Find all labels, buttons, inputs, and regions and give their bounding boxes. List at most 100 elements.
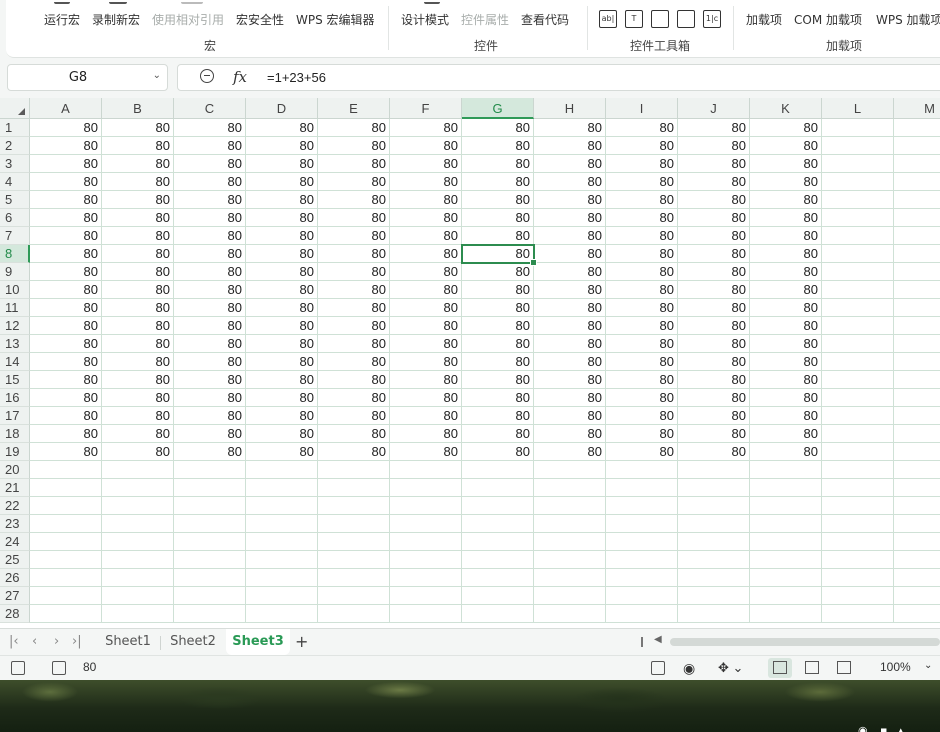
- cell-E5[interactable]: 80: [318, 191, 390, 209]
- cell-M22[interactable]: [894, 497, 940, 515]
- cell-L15[interactable]: [822, 371, 894, 389]
- cell-F8[interactable]: 80: [390, 245, 462, 263]
- cell-G19[interactable]: 80: [462, 443, 534, 461]
- cell-M16[interactable]: [894, 389, 940, 407]
- cell-D22[interactable]: [246, 497, 318, 515]
- cell-D23[interactable]: [246, 515, 318, 533]
- cell-A6[interactable]: 80: [30, 209, 102, 227]
- cell-E8[interactable]: 80: [318, 245, 390, 263]
- cell-F11[interactable]: 80: [390, 299, 462, 317]
- record-macro-button[interactable]: 录制新宏: [92, 11, 140, 28]
- cell-J16[interactable]: 80: [678, 389, 750, 407]
- sheet-tab-sheet1[interactable]: Sheet1: [98, 629, 158, 655]
- cell-K15[interactable]: 80: [750, 371, 822, 389]
- cell-J26[interactable]: [678, 569, 750, 587]
- cell-D7[interactable]: 80: [246, 227, 318, 245]
- cell-L26[interactable]: [822, 569, 894, 587]
- cell-K2[interactable]: 80: [750, 137, 822, 155]
- cell-K5[interactable]: 80: [750, 191, 822, 209]
- cell-G16[interactable]: 80: [462, 389, 534, 407]
- cell-G4[interactable]: 80: [462, 173, 534, 191]
- cell-L9[interactable]: [822, 263, 894, 281]
- cell-G17[interactable]: 80: [462, 407, 534, 425]
- cell-I24[interactable]: [606, 533, 678, 551]
- cell-J25[interactable]: [678, 551, 750, 569]
- cell-I4[interactable]: 80: [606, 173, 678, 191]
- page-layout-view-button[interactable]: [800, 658, 824, 678]
- cell-I23[interactable]: [606, 515, 678, 533]
- cell-M11[interactable]: [894, 299, 940, 317]
- cell-K22[interactable]: [750, 497, 822, 515]
- cell-E9[interactable]: 80: [318, 263, 390, 281]
- cell-D5[interactable]: 80: [246, 191, 318, 209]
- cell-J17[interactable]: 80: [678, 407, 750, 425]
- cell-J2[interactable]: 80: [678, 137, 750, 155]
- cell-E15[interactable]: 80: [318, 371, 390, 389]
- cell-M12[interactable]: [894, 317, 940, 335]
- cell-C5[interactable]: 80: [174, 191, 246, 209]
- cell-B25[interactable]: [102, 551, 174, 569]
- cell-A8[interactable]: 80: [30, 245, 102, 263]
- cell-H5[interactable]: 80: [534, 191, 606, 209]
- cell-D25[interactable]: [246, 551, 318, 569]
- cell-J27[interactable]: [678, 587, 750, 605]
- cell-K26[interactable]: [750, 569, 822, 587]
- cell-K11[interactable]: 80: [750, 299, 822, 317]
- cell-B17[interactable]: 80: [102, 407, 174, 425]
- textbox-control-icon[interactable]: ab|: [599, 10, 617, 28]
- cell-K9[interactable]: 80: [750, 263, 822, 281]
- cell-M28[interactable]: [894, 605, 940, 623]
- cell-C27[interactable]: [174, 587, 246, 605]
- cell-F18[interactable]: 80: [390, 425, 462, 443]
- spreadsheet-grid[interactable]: A B C D E F G H I J K L M 1 80 80 80 80 80 80 80 80 80 80 80 2 80 8…: [0, 98, 940, 628]
- cell-I25[interactable]: [606, 551, 678, 569]
- cell-C16[interactable]: 80: [174, 389, 246, 407]
- row-header[interactable]: 13: [0, 335, 30, 353]
- cell-J21[interactable]: [678, 479, 750, 497]
- row-header[interactable]: 21: [0, 479, 30, 497]
- chevron-down-icon[interactable]: ⌄: [153, 70, 161, 81]
- cell-B24[interactable]: [102, 533, 174, 551]
- image-control-icon[interactable]: [651, 10, 669, 28]
- cell-B28[interactable]: [102, 605, 174, 623]
- cell-I5[interactable]: 80: [606, 191, 678, 209]
- cell-A27[interactable]: [30, 587, 102, 605]
- wps-addins-button[interactable]: WPS 加载项: [876, 11, 940, 28]
- cell-H24[interactable]: [534, 533, 606, 551]
- cell-L27[interactable]: [822, 587, 894, 605]
- cell-K17[interactable]: 80: [750, 407, 822, 425]
- cell-L20[interactable]: [822, 461, 894, 479]
- cell-M15[interactable]: [894, 371, 940, 389]
- cell-I10[interactable]: 80: [606, 281, 678, 299]
- cell-M25[interactable]: [894, 551, 940, 569]
- cell-J19[interactable]: 80: [678, 443, 750, 461]
- cell-H8[interactable]: 80: [534, 245, 606, 263]
- row-header[interactable]: 22: [0, 497, 30, 515]
- cell-L7[interactable]: [822, 227, 894, 245]
- cell-C14[interactable]: 80: [174, 353, 246, 371]
- cell-M21[interactable]: [894, 479, 940, 497]
- cell-B15[interactable]: 80: [102, 371, 174, 389]
- column-header[interactable]: L: [822, 98, 894, 119]
- row-header[interactable]: 3: [0, 155, 30, 173]
- cell-F23[interactable]: [390, 515, 462, 533]
- cell-C19[interactable]: 80: [174, 443, 246, 461]
- cell-G5[interactable]: 80: [462, 191, 534, 209]
- cell-B11[interactable]: 80: [102, 299, 174, 317]
- cell-I14[interactable]: 80: [606, 353, 678, 371]
- cell-I6[interactable]: 80: [606, 209, 678, 227]
- row-header[interactable]: 14: [0, 353, 30, 371]
- cell-A25[interactable]: [30, 551, 102, 569]
- zoom-dropdown-icon[interactable]: ⌄: [924, 660, 932, 671]
- cell-G3[interactable]: 80: [462, 155, 534, 173]
- cell-D14[interactable]: 80: [246, 353, 318, 371]
- cell-I17[interactable]: 80: [606, 407, 678, 425]
- cell-G1[interactable]: 80: [462, 119, 534, 137]
- cell-A20[interactable]: [30, 461, 102, 479]
- network-tray-icon[interactable]: ◉: [858, 724, 868, 732]
- column-header[interactable]: D: [246, 98, 318, 119]
- cell-C4[interactable]: 80: [174, 173, 246, 191]
- run-macro-button[interactable]: 运行宏: [44, 11, 80, 28]
- cell-G15[interactable]: 80: [462, 371, 534, 389]
- cell-L4[interactable]: [822, 173, 894, 191]
